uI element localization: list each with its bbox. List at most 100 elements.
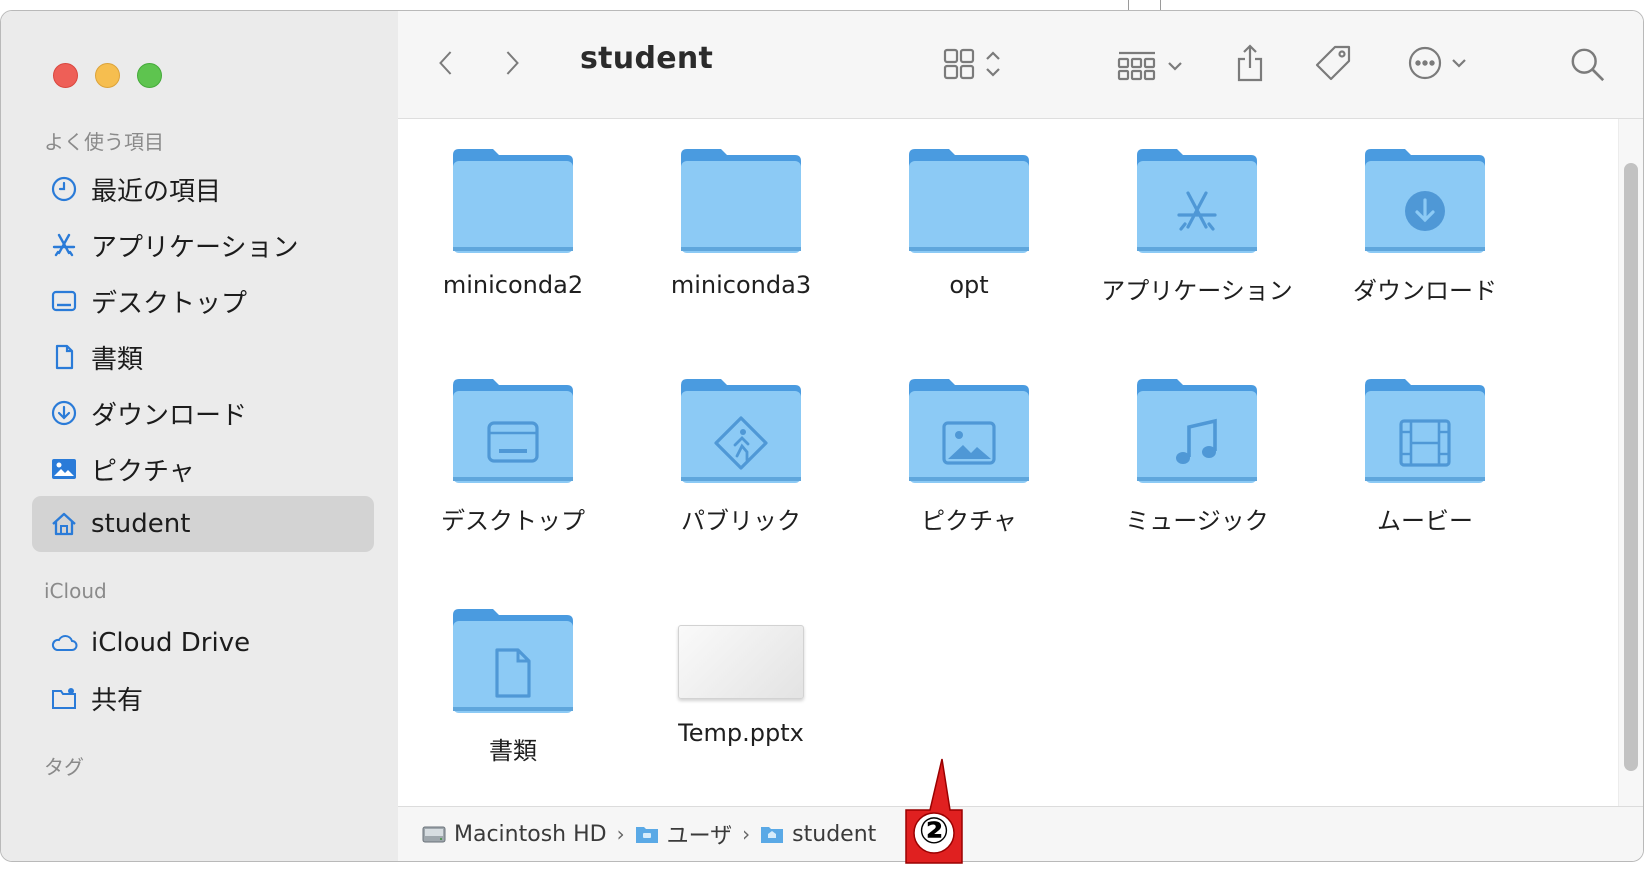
clock-icon <box>49 174 79 204</box>
file-name: ダウンロード <box>1353 277 1497 305</box>
public-folder-icon <box>679 377 803 487</box>
sidebar-item-label: デスクトップ <box>91 288 248 319</box>
path-crumb-macintosh-hd[interactable]: Macintosh HD <box>422 822 607 847</box>
file-name: Temp.pptx <box>678 719 804 747</box>
shared-folder-icon <box>49 683 79 713</box>
folder-icon <box>679 147 803 257</box>
apps-icon <box>49 230 79 260</box>
sidebar-item-shared[interactable]: 共有 <box>32 670 374 726</box>
tag-icon <box>1315 45 1351 81</box>
forward-button[interactable] <box>494 43 530 83</box>
document-icon <box>49 342 79 372</box>
annotation-marker: ② <box>918 811 950 852</box>
file-name: miniconda2 <box>442 271 584 299</box>
path-crumb-label: ユーザ <box>666 824 733 849</box>
folder-icon <box>635 827 658 843</box>
close-button[interactable] <box>53 63 78 88</box>
music-folder-icon <box>1135 377 1259 487</box>
folder-icon <box>907 147 1031 257</box>
window-controls <box>53 63 162 88</box>
music-icon <box>1176 418 1217 464</box>
desktop-icon <box>49 286 79 316</box>
desktop-folder-icon <box>451 377 575 487</box>
downloads-folder-icon <box>1363 147 1487 257</box>
sidebar-item-icloud-drive[interactable]: iCloud Drive <box>32 615 374 671</box>
sidebar-item-pictures[interactable]: ピクチャ <box>32 441 374 497</box>
sidebar-item-label: ピクチャ <box>91 456 195 487</box>
more-icon <box>1408 46 1466 80</box>
path-separator: › <box>616 822 625 846</box>
path-bar: Macintosh HD › ユーザ › student <box>398 806 1643 861</box>
sidebar-item-label: student <box>91 509 191 539</box>
file-item[interactable]: ダウンロード <box>1310 147 1540 306</box>
search-icon <box>1571 48 1605 82</box>
cloud-icon <box>49 628 79 658</box>
file-name: 書類 <box>489 737 537 765</box>
home-folder-icon <box>761 827 784 843</box>
path-separator: › <box>742 822 751 846</box>
file-item[interactable]: opt <box>854 147 1084 299</box>
folder-icon <box>451 147 575 257</box>
file-item[interactable]: ムービー <box>1310 377 1540 536</box>
sidebar-item-home[interactable]: student <box>32 496 374 552</box>
sidebar-item-desktop[interactable]: デスクトップ <box>32 273 374 329</box>
download-icon <box>49 398 79 428</box>
movies-folder-icon <box>1363 377 1487 487</box>
view-options-button[interactable] <box>938 45 1018 83</box>
desktop-icon <box>487 421 539 463</box>
document-icon <box>495 648 531 698</box>
file-item[interactable]: パブリック <box>626 377 856 536</box>
sidebar-item-label: 書類 <box>91 344 144 375</box>
apps-icon <box>1177 191 1217 231</box>
more-actions-button[interactable] <box>1403 43 1483 83</box>
chevron-left-icon <box>439 51 452 75</box>
tag-button[interactable] <box>1310 41 1356 85</box>
file-name: ピクチャ <box>921 507 1017 535</box>
minimize-button[interactable] <box>95 63 120 88</box>
documents-folder-icon <box>451 607 575 717</box>
pictures-folder-icon <box>907 377 1031 487</box>
movie-icon <box>1399 419 1451 467</box>
sidebar-item-downloads[interactable]: ダウンロード <box>32 385 374 441</box>
file-item[interactable]: 書類 <box>398 607 628 766</box>
tags-section-title: タグ <box>44 755 84 779</box>
pptx-thumbnail <box>678 625 804 699</box>
zoom-button[interactable] <box>137 63 162 88</box>
share-button[interactable] <box>1230 41 1270 85</box>
sidebar-item-applications[interactable]: アプリケーション <box>32 217 374 273</box>
file-name: ムービー <box>1377 507 1473 535</box>
toolbar: student <box>398 11 1643 119</box>
annotation-callout: ② <box>900 755 970 865</box>
search-button[interactable] <box>1566 43 1610 87</box>
file-item[interactable]: miniconda3 <box>626 147 856 299</box>
sidebar-item-recents[interactable]: 最近の項目 <box>32 161 374 217</box>
file-item[interactable]: Temp.pptx <box>626 607 856 747</box>
file-name: パブリック <box>681 507 801 535</box>
public-icon <box>714 416 768 470</box>
file-item[interactable]: デスクトップ <box>398 377 628 536</box>
share-icon <box>1237 44 1263 82</box>
file-item[interactable]: ピクチャ <box>854 377 1084 536</box>
path-crumb-users[interactable]: ユーザ <box>635 818 733 850</box>
file-name: miniconda3 <box>670 271 812 299</box>
applications-folder-icon <box>1135 147 1259 257</box>
file-name: ミュージック <box>1125 507 1269 535</box>
chevron-right-icon <box>506 51 519 75</box>
path-crumb-student[interactable]: student <box>760 822 876 847</box>
picture-icon <box>942 421 996 465</box>
sidebar-item-label: iCloud Drive <box>91 628 251 658</box>
icloud-section-title: iCloud <box>44 579 107 603</box>
download-icon <box>1405 191 1445 231</box>
sidebar-item-label: アプリケーション <box>91 232 299 263</box>
group-button[interactable] <box>1113 47 1193 83</box>
back-button[interactable] <box>428 43 464 83</box>
scrollbar-thumb[interactable] <box>1624 163 1638 771</box>
file-item[interactable]: miniconda2 <box>398 147 628 299</box>
finder-window: よく使う項目 最近の項目 アプリケーション デスクトップ 書類 ダウンロード ピ… <box>0 10 1644 862</box>
sidebar-item-documents[interactable]: 書類 <box>32 329 374 385</box>
file-grid: miniconda2 miniconda3 opt アプリケーション ダウンロー… <box>398 119 1643 807</box>
file-name: opt <box>949 271 989 299</box>
file-item[interactable]: アプリケーション <box>1082 147 1312 306</box>
file-item[interactable]: ミュージック <box>1082 377 1312 536</box>
favorites-section-title: よく使う項目 <box>44 130 164 154</box>
